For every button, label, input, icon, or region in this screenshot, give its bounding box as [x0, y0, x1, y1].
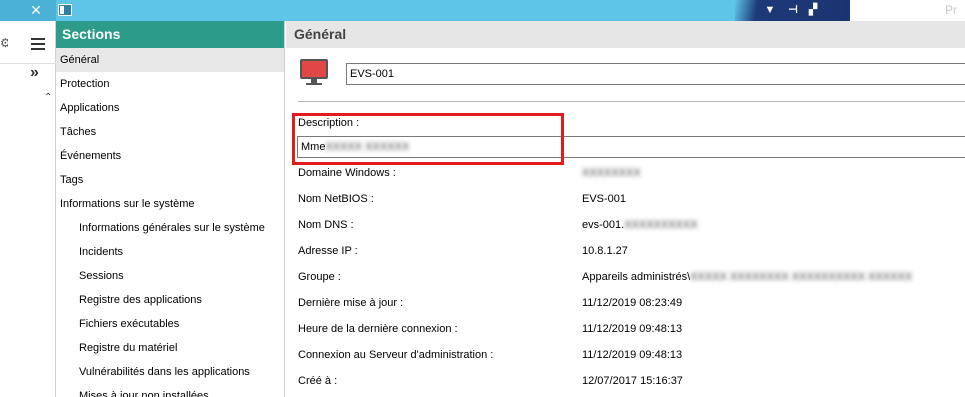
sidebar-item[interactable]: Sessions	[56, 264, 284, 288]
property-value: 11/12/2019 09:48:13	[582, 323, 682, 335]
property-label: Connexion au Serveur d'administration :	[298, 349, 494, 361]
sidebar-item[interactable]: Événements	[56, 144, 284, 168]
sidebar-item[interactable]: Tags	[56, 168, 284, 192]
sections-list: Général Protection Applications Tâches Événe…	[56, 48, 284, 397]
property-value: XXXXXXXX	[582, 167, 641, 179]
sidebar-item[interactable]: Incidents	[56, 240, 284, 264]
sidebar-item[interactable]: Registre des applications	[56, 288, 284, 312]
divider	[298, 101, 965, 102]
property-label: Dernière mise à jour :	[298, 297, 404, 309]
menu-icon[interactable]	[31, 38, 45, 50]
property-value: 11/12/2019 09:48:13	[582, 349, 682, 361]
sections-header: Sections	[56, 21, 284, 48]
computer-icon	[300, 59, 328, 87]
sidebar-item[interactable]: Registre du matériel	[56, 336, 284, 360]
sidebar-item[interactable]: Fichiers exécutables	[56, 312, 284, 336]
sidebar-item[interactable]: Vulnérabilités dans les applications	[56, 360, 284, 384]
sidebar-item[interactable]: Tâches	[56, 120, 284, 144]
sidebar-item[interactable]: Protection	[56, 72, 284, 96]
sidebar-item[interactable]: Informations sur le système	[56, 192, 284, 216]
main-panel: Général Description : MmeXXXXX XXXXXX Do…	[286, 21, 965, 397]
property-value-text: 10.8.1.27	[582, 245, 628, 257]
highlight-box	[292, 113, 564, 165]
property-label: Heure de la dernière connexion :	[298, 323, 458, 335]
property-value-text: Appareils administrés\	[582, 271, 691, 283]
property-label: Créé à :	[298, 375, 338, 387]
property-value: 12/07/2017 15:16:37	[582, 375, 683, 387]
pin-icon[interactable]: ⊣	[786, 2, 800, 18]
chevron-down-icon[interactable]: ▼	[763, 2, 777, 18]
redacted-text: XXXXXXXX	[582, 167, 641, 179]
property-value-text: 11/12/2019 09:48:13	[582, 323, 683, 335]
property-label: Nom NetBIOS :	[298, 193, 374, 205]
property-value-text: evs-001.	[582, 219, 625, 231]
property-value: Appareils administrés\XXXXX XXXXXXXX XXX…	[582, 271, 912, 283]
sections-panel: Sections Général Protection Applications Tâ…	[56, 21, 285, 397]
sidebar-item[interactable]: Mises à jour non installées	[56, 384, 284, 397]
property-value-text: EVS-001	[582, 193, 627, 205]
collapse-up-icon[interactable]: ⌃	[44, 93, 54, 103]
redacted-text: XXXXXXXXXX	[624, 219, 698, 231]
page-title: Général	[286, 21, 965, 48]
property-label: Adresse IP :	[298, 245, 358, 257]
redacted-text: XXXXX XXXXXXXX XXXXXXXXXX XXXXXX	[690, 271, 913, 283]
property-value: EVS-001	[582, 193, 626, 205]
left-toolbar: ⚙ » ⌃	[0, 21, 56, 397]
title-text: Pr	[945, 3, 957, 17]
property-value: evs-001.XXXXXXXXXX	[582, 219, 698, 231]
expand-icon[interactable]: »	[30, 65, 48, 81]
signal-icon: ▞	[808, 4, 818, 16]
property-label: Nom DNS :	[298, 219, 354, 231]
device-name-field[interactable]	[346, 63, 965, 85]
sidebar-item[interactable]: Informations générales sur le système	[56, 216, 284, 240]
property-value: 10.8.1.27	[582, 245, 628, 257]
property-value-text: 11/12/2019 08:23:49	[582, 297, 683, 309]
property-value: 11/12/2019 08:23:49	[582, 297, 682, 309]
sidebar-item[interactable]: Général	[56, 48, 284, 72]
toolbar-divider	[0, 63, 56, 64]
gear-icon[interactable]: ⚙	[0, 37, 8, 49]
property-value-text: 12/07/2017 15:16:37	[582, 375, 683, 387]
sidebar-item[interactable]: Applications	[56, 96, 284, 120]
window-icon	[58, 4, 72, 16]
close-icon[interactable]: ✕	[28, 2, 44, 18]
property-value-text: 11/12/2019 09:48:13	[582, 349, 683, 361]
title-bar: ✕ ▼ ⊣ ▞ Pr	[0, 0, 965, 21]
property-label: Groupe :	[298, 271, 341, 283]
property-label: Domaine Windows :	[298, 167, 396, 179]
